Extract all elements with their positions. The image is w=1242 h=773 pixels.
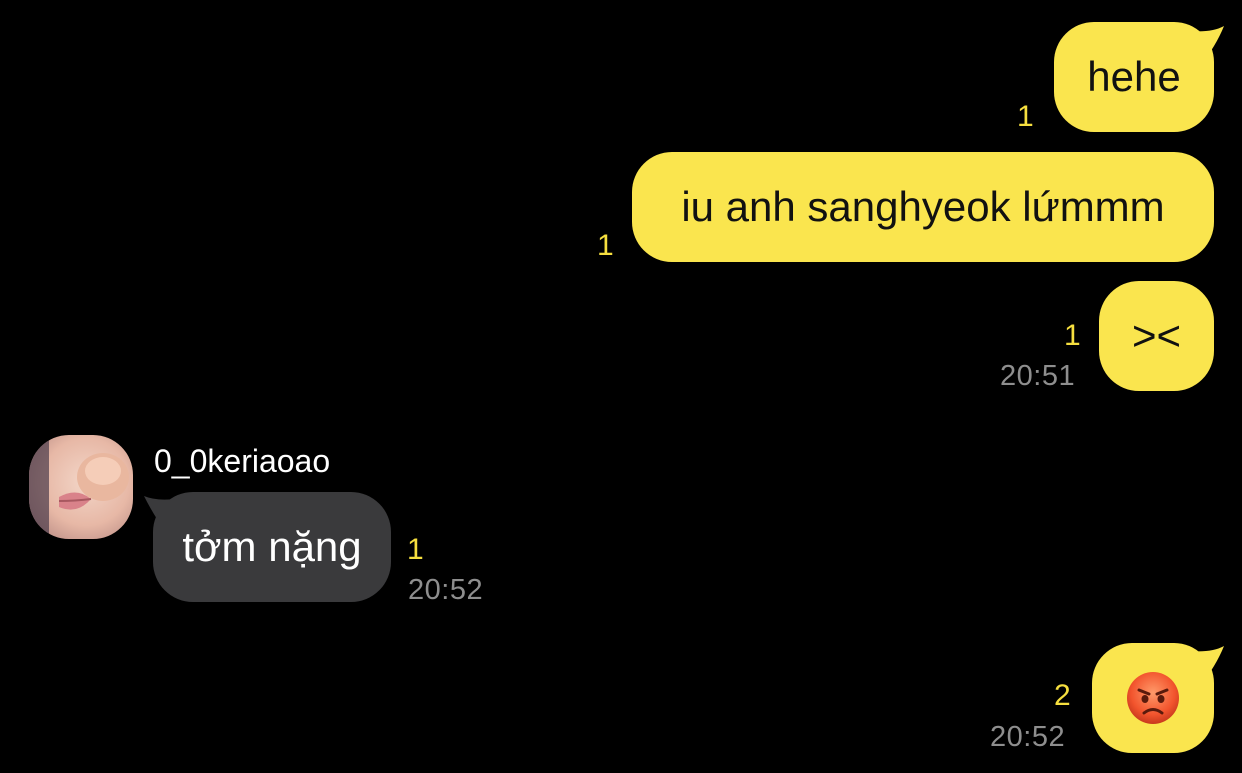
chat-area[interactable]: hehe 1 iu anh sanghyeok lứmmm 1 >< 1 20:… (0, 0, 1242, 773)
bubble-tail (1180, 26, 1224, 66)
message-bubble[interactable]: iu anh sanghyeok lứmmm (632, 152, 1214, 262)
message-bubble[interactable]: >< (1099, 281, 1214, 391)
message-time: 20:52 (990, 721, 1066, 753)
bubble-tail (144, 496, 182, 532)
avatar[interactable] (29, 435, 133, 539)
message-bubble[interactable]: tởm nặng (153, 492, 391, 602)
message-text: iu anh sanghyeok lứmmm (681, 183, 1165, 230)
bubble-tail (1180, 646, 1224, 686)
unread-count: 1 (1064, 319, 1081, 352)
unread-count: 1 (597, 229, 614, 262)
message-text: hehe (1087, 53, 1181, 100)
unread-count: 1 (1017, 100, 1034, 133)
avatar-photo (29, 435, 133, 539)
unread-count: 2 (1054, 679, 1071, 712)
message-text: >< (1131, 312, 1182, 359)
message-text: tởm nặng (182, 523, 362, 570)
sender-name[interactable]: 0_0keriaoao (154, 445, 330, 477)
unread-count: 1 (407, 533, 424, 566)
message-time: 20:51 (1000, 360, 1076, 392)
angry-face-icon (1127, 672, 1179, 724)
message-time: 20:52 (408, 574, 484, 606)
